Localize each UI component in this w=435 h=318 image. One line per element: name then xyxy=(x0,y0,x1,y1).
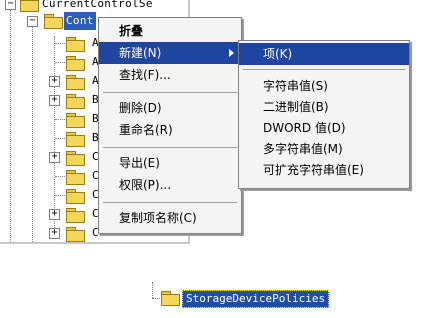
new-key-name-field[interactable]: StorageDevicePolicies xyxy=(182,290,330,308)
menu-item-permissions[interactable]: 权限(P)... xyxy=(99,174,241,196)
pane-bottom-border xyxy=(0,242,190,244)
tree-node-label-selected: Cont xyxy=(64,12,96,30)
submenu-item-label: 可扩充字符串值(E) xyxy=(263,163,364,177)
tree-connector xyxy=(55,138,65,140)
expand-icon[interactable]: + xyxy=(49,209,60,220)
folder-icon xyxy=(66,94,85,109)
tree-guide-line xyxy=(32,24,34,242)
submenu-item-string-value[interactable]: 字符串值(S) xyxy=(239,75,409,97)
menu-item-collapse[interactable]: 折叠 xyxy=(99,20,241,42)
folder-icon xyxy=(66,132,85,147)
submenu-item-label: 二进制值(B) xyxy=(263,100,329,114)
folder-icon xyxy=(66,208,85,223)
folder-icon xyxy=(161,291,180,306)
menu-item-label: 导出(E) xyxy=(119,156,160,170)
folder-icon xyxy=(66,56,85,71)
tree-connector xyxy=(152,298,160,300)
expand-icon[interactable]: + xyxy=(49,152,60,163)
folder-icon xyxy=(66,75,85,90)
folder-icon xyxy=(66,189,85,204)
menu-item-delete[interactable]: 删除(D) xyxy=(99,97,241,119)
submenu-item-label: 字符串值(S) xyxy=(263,79,328,93)
menu-item-new[interactable]: 新建(N) xyxy=(99,42,241,64)
menu-item-copy-key-name[interactable]: 复制项名称(C) xyxy=(99,207,241,229)
submenu-item-label: 多字符串值(M) xyxy=(263,142,343,156)
folder-icon xyxy=(66,113,85,128)
tree-connector xyxy=(55,119,65,121)
submenu-item-expandable-string-value[interactable]: 可扩充字符串值(E) xyxy=(239,159,409,181)
tree-guide-line xyxy=(152,282,154,298)
folder-icon xyxy=(66,170,85,185)
menu-item-label: 折叠 xyxy=(119,24,144,38)
menu-separator xyxy=(243,69,405,70)
tree-guide-line xyxy=(10,10,12,242)
folder-icon xyxy=(20,0,39,12)
tree-connector xyxy=(55,62,65,64)
folder-icon xyxy=(66,151,85,166)
tree-connector xyxy=(55,176,65,178)
menu-item-label: 权限(P)... xyxy=(119,178,172,192)
submenu-item-label: 项(K) xyxy=(263,47,293,61)
expand-icon[interactable]: + xyxy=(49,228,60,239)
tree-connector xyxy=(55,43,65,45)
menu-item-label: 删除(D) xyxy=(119,101,162,115)
expand-icon[interactable]: + xyxy=(49,95,60,106)
submenu-item-label: DWORD 值(D) xyxy=(263,121,346,135)
submenu-item-key[interactable]: 项(K) xyxy=(239,43,409,65)
expand-icon[interactable]: + xyxy=(49,76,60,87)
menu-item-rename[interactable]: 重命名(R) xyxy=(99,119,241,141)
open-folder-icon xyxy=(44,14,63,29)
tree-connector xyxy=(55,195,65,197)
menu-item-find[interactable]: 查找(F)... xyxy=(99,64,241,86)
submenu-arrow-icon xyxy=(229,49,234,57)
menu-separator xyxy=(103,202,237,203)
menu-item-label: 复制项名称(C) xyxy=(119,211,197,225)
collapse-icon[interactable]: − xyxy=(27,16,38,27)
submenu-item-dword-value[interactable]: DWORD 值(D) xyxy=(239,117,409,139)
new-submenu: 项(K) 字符串值(S) 二进制值(B) DWORD 值(D) 多字符串值(M)… xyxy=(238,40,410,189)
menu-separator xyxy=(103,147,237,148)
folder-icon xyxy=(66,37,85,52)
menu-item-label: 重命名(R) xyxy=(119,123,173,137)
collapse-icon[interactable]: − xyxy=(5,0,16,10)
menu-item-label: 查找(F)... xyxy=(119,68,171,82)
tree-guide-line xyxy=(54,36,56,236)
menu-separator xyxy=(103,92,237,93)
submenu-item-binary-value[interactable]: 二进制值(B) xyxy=(239,96,409,118)
menu-item-export[interactable]: 导出(E) xyxy=(99,152,241,174)
tree-node-label: CurrentControlSe xyxy=(42,0,153,10)
folder-icon xyxy=(66,227,85,242)
submenu-item-multi-string-value[interactable]: 多字符串值(M) xyxy=(239,138,409,160)
context-menu: 折叠 新建(N) 查找(F)... 删除(D) 重命名(R) 导出(E) 权限(… xyxy=(98,17,242,234)
menu-item-label: 新建(N) xyxy=(119,46,162,60)
